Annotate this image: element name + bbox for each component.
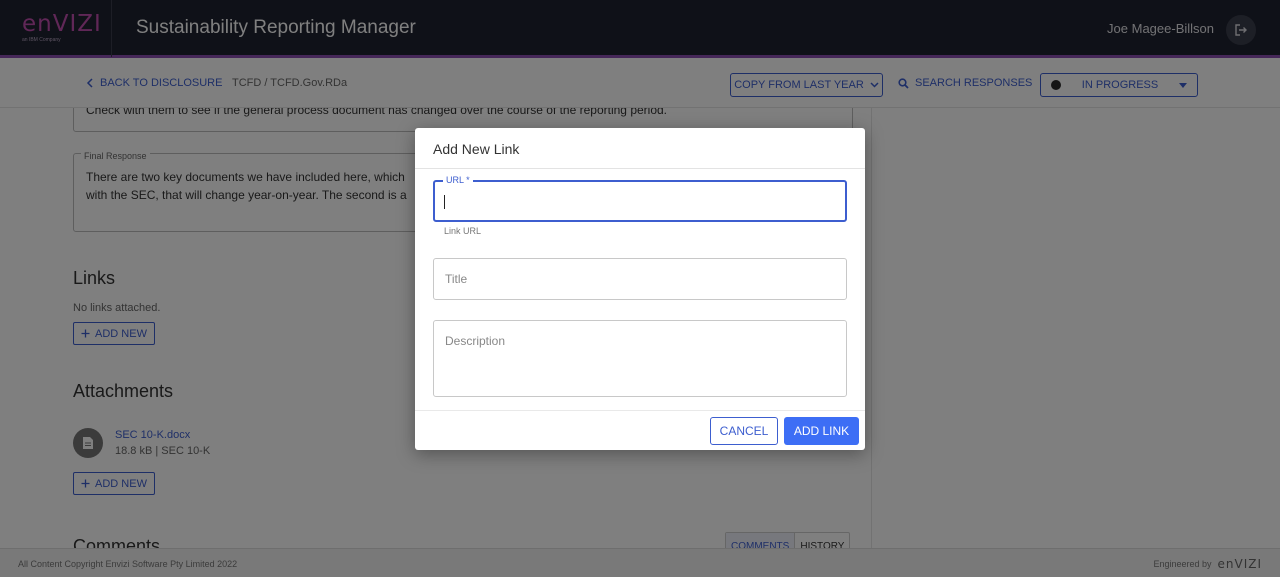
add-link-button[interactable]: ADD LINK — [784, 417, 859, 445]
description-textarea[interactable]: Description — [433, 320, 847, 397]
title-placeholder: Title — [445, 272, 468, 286]
add-new-link-dialog: Add New Link URL * Link URL Title Descri… — [415, 128, 865, 450]
dialog-divider — [415, 168, 865, 169]
url-helper-text: Link URL — [444, 226, 482, 236]
url-input[interactable]: URL * — [433, 175, 847, 222]
dialog-title: Add New Link — [433, 141, 520, 157]
description-placeholder: Description — [445, 334, 506, 348]
cancel-button[interactable]: CANCEL — [710, 417, 778, 445]
text-cursor — [444, 195, 445, 209]
url-label: URL * — [443, 175, 473, 185]
title-input[interactable]: Title — [433, 258, 847, 300]
actions-divider — [415, 410, 865, 411]
